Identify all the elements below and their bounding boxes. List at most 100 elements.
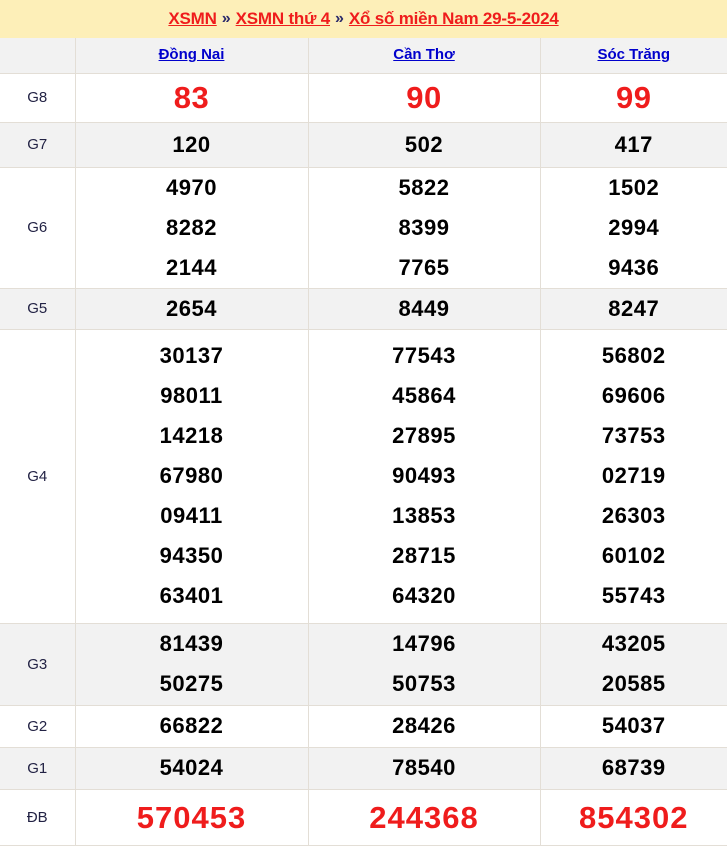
prize-cell: 570453 <box>74 788 309 846</box>
number-stack: 78540 <box>309 748 540 788</box>
lottery-number: 20585 <box>601 671 666 696</box>
lottery-number: 8449 <box>398 295 450 321</box>
header-row: Đồng Nai Cần Thơ Sóc Trăng <box>0 38 727 74</box>
prize-cell: 5822 8399 7765 <box>307 166 541 289</box>
corner-cell <box>0 38 76 74</box>
number-stack: 1502 2994 9436 <box>541 168 727 288</box>
lottery-number: 78540 <box>392 755 456 780</box>
prize-cell: 8247 <box>539 287 727 330</box>
lottery-number: 83 <box>173 79 210 115</box>
lottery-results-table: Đồng Nai Cần Thơ Sóc Trăng G8 83 90 99 G7 120… <box>0 38 727 846</box>
prize-cell: 120 <box>74 121 309 168</box>
number-stack: 90 <box>309 74 540 122</box>
table-row: G2 66822 28426 54037 <box>0 704 727 748</box>
prize-cell: 30137 98011 14218 67980 09411 94350 63401 <box>74 328 309 624</box>
lottery-number: 14218 <box>159 423 224 448</box>
lottery-number: 27895 <box>392 423 456 448</box>
lottery-number: 5822 <box>398 174 450 200</box>
number-stack: 14796 50753 <box>309 624 540 704</box>
lottery-number: 54024 <box>159 755 224 780</box>
province-link-can-tho[interactable]: Cần Thơ <box>393 46 455 63</box>
prize-cell: 54024 <box>74 746 309 790</box>
lottery-number: 570453 <box>136 799 247 835</box>
prize-cell: 1502 2994 9436 <box>539 166 727 289</box>
breadcrumb-link-xsmn-thu-4[interactable]: XSMN thứ 4 <box>236 9 331 29</box>
table-header: Đồng Nai Cần Thơ Sóc Trăng <box>0 38 727 74</box>
number-stack: 2654 <box>76 289 308 329</box>
breadcrumb: XSMN » XSMN thứ 4 » Xổ số miền Nam 29-5-… <box>0 0 727 38</box>
lottery-number: 502 <box>404 131 444 157</box>
lottery-number: 854302 <box>579 799 689 835</box>
column-header-province-2: Cần Thơ <box>307 38 541 74</box>
lottery-number: 66822 <box>159 713 224 738</box>
lottery-number: 244368 <box>369 799 479 835</box>
prize-cell: 66822 <box>74 704 309 748</box>
lottery-number: 30137 <box>159 343 224 368</box>
lottery-number: 09411 <box>160 503 223 528</box>
lottery-number: 60102 <box>601 543 666 568</box>
number-stack: 66822 <box>76 706 308 746</box>
number-stack: 4970 8282 2144 <box>76 168 308 288</box>
prize-cell: 502 <box>307 121 541 168</box>
prize-cell: 4970 8282 2144 <box>74 166 309 289</box>
lottery-number: 98011 <box>160 383 223 408</box>
breadcrumb-link-xsmn[interactable]: XSMN <box>168 9 217 29</box>
number-stack: 54024 <box>76 748 308 788</box>
lottery-number: 55743 <box>601 583 666 608</box>
prize-label-g7: G7 <box>0 121 76 168</box>
number-stack: 570453 <box>76 790 308 845</box>
lottery-number: 68739 <box>601 755 666 780</box>
table-row: G6 4970 8282 2144 5822 8399 7765 1502 2994 9436 <box>0 166 727 289</box>
lottery-number: 69606 <box>601 383 666 408</box>
number-stack: 28426 <box>309 706 540 746</box>
prize-cell: 8449 <box>307 287 541 330</box>
lottery-number: 50275 <box>159 671 224 696</box>
prize-cell: 417 <box>539 121 727 168</box>
prize-cell: 54037 <box>539 704 727 748</box>
lottery-number: 417 <box>614 131 653 157</box>
lottery-number: 9436 <box>608 254 660 280</box>
breadcrumb-separator: » <box>335 10 344 27</box>
number-stack: 8449 <box>309 289 540 329</box>
lottery-number: 26303 <box>601 503 666 528</box>
table-row: G7 120 502 417 <box>0 121 727 168</box>
lottery-number: 67980 <box>159 463 224 488</box>
number-stack: 854302 <box>541 790 727 845</box>
prize-cell: 14796 50753 <box>307 622 541 706</box>
prize-cell: 56802 69606 73753 02719 26303 60102 55743 <box>539 328 727 624</box>
prize-label-g4: G4 <box>0 328 76 624</box>
column-header-province-1: Đồng Nai <box>74 38 309 74</box>
number-stack: 120 <box>76 125 308 165</box>
prize-cell: 244368 <box>307 788 541 846</box>
lottery-number: 56802 <box>601 343 666 368</box>
lottery-number: 50753 <box>392 671 456 696</box>
lottery-number: 14796 <box>392 631 456 656</box>
number-stack: 417 <box>541 125 727 165</box>
lottery-number: 1502 <box>608 174 660 200</box>
number-stack: 54037 <box>541 706 727 746</box>
prize-label-g6: G6 <box>0 166 76 289</box>
table-row: G5 2654 8449 8247 <box>0 287 727 330</box>
table-body: G8 83 90 99 G7 120 502 417 G6 4970 8282 2144 5822 839… <box>0 72 727 846</box>
province-link-dong-nai[interactable]: Đồng Nai <box>159 46 225 63</box>
breadcrumb-separator: » <box>221 10 231 27</box>
lottery-number: 81439 <box>159 631 224 656</box>
prize-cell: 68739 <box>539 746 727 790</box>
prize-cell: 81439 50275 <box>74 622 309 706</box>
lottery-number: 28715 <box>392 543 456 568</box>
number-stack: 43205 20585 <box>541 624 727 704</box>
prize-cell: 43205 20585 <box>539 622 727 706</box>
lottery-number: 2994 <box>608 214 660 240</box>
province-link-soc-trang[interactable]: Sóc Trăng <box>597 46 670 63</box>
breadcrumb-link-xo-so-mien-nam[interactable]: Xổ số miền Nam 29-5-2024 <box>349 9 559 29</box>
number-stack: 5822 8399 7765 <box>309 168 540 288</box>
lottery-number: 73753 <box>601 423 666 448</box>
number-stack: 244368 <box>309 790 540 845</box>
lottery-number: 90 <box>406 79 442 115</box>
table-row: ĐB 570453 244368 854302 <box>0 788 727 846</box>
lottery-number: 43205 <box>601 631 666 656</box>
prize-cell: 28426 <box>307 704 541 748</box>
number-stack: 77543 45864 27895 90493 13853 28715 64320 <box>309 336 540 616</box>
lottery-number: 64320 <box>392 583 456 608</box>
lottery-number: 94350 <box>159 543 224 568</box>
